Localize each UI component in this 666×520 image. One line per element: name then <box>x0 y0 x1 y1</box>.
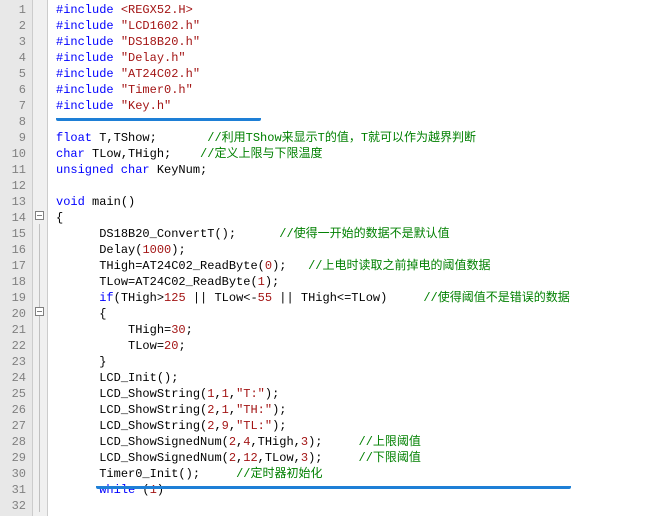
code-line: #include "DS18B20.h" <box>56 34 666 50</box>
line-number: 13 <box>2 194 26 210</box>
line-number: 30 <box>2 466 26 482</box>
code-line: #include "Timer0.h" <box>56 82 666 98</box>
code-line: if(THigh>125 || TLow<-55 || THigh<=TLow)… <box>56 290 666 306</box>
code-editor: 1 2 3 4 5 6 7 8 9 10 11 12 13 14 15 16 1… <box>0 0 666 516</box>
line-number: 32 <box>2 498 26 514</box>
line-number: 8 <box>2 114 26 130</box>
line-number: 17 <box>2 258 26 274</box>
line-number: 24 <box>2 370 26 386</box>
fold-margin <box>33 0 48 516</box>
code-line: LCD_ShowSignedNum(2,4,THigh,3); //上限阈值 <box>56 434 666 450</box>
code-line: TLow=20; <box>56 338 666 354</box>
line-number: 14 <box>2 210 26 226</box>
line-number: 18 <box>2 274 26 290</box>
code-line: } <box>56 354 666 370</box>
line-number: 20 <box>2 306 26 322</box>
code-line <box>56 178 666 194</box>
code-line: #include "Delay.h" <box>56 50 666 66</box>
code-line: { <box>56 210 666 226</box>
code-line: #include "AT24C02.h" <box>56 66 666 82</box>
code-line: char TLow,THigh; //定义上限与下限温度 <box>56 146 666 162</box>
code-line: LCD_Init(); <box>56 370 666 386</box>
annotation-underline <box>96 483 571 489</box>
fold-toggle[interactable] <box>35 211 44 220</box>
code-area[interactable]: #include <REGX52.H> #include "LCD1602.h"… <box>48 0 666 516</box>
line-number: 1 <box>2 2 26 18</box>
line-number: 29 <box>2 450 26 466</box>
line-number: 27 <box>2 418 26 434</box>
code-line: TLow=AT24C02_ReadByte(1); <box>56 274 666 290</box>
line-number: 2 <box>2 18 26 34</box>
line-number: 11 <box>2 162 26 178</box>
line-number: 7 <box>2 98 26 114</box>
code-line: DS18B20_ConvertT(); //使得一开始的数据不是默认值 <box>56 226 666 242</box>
line-number: 28 <box>2 434 26 450</box>
code-line: { <box>56 306 666 322</box>
code-line: unsigned char KeyNum; <box>56 162 666 178</box>
code-line: #include "LCD1602.h" <box>56 18 666 34</box>
line-number: 15 <box>2 226 26 242</box>
code-line: #include <REGX52.H> <box>56 2 666 18</box>
code-line: void main() <box>56 194 666 210</box>
line-number: 25 <box>2 386 26 402</box>
line-number: 4 <box>2 50 26 66</box>
code-line: Delay(1000); <box>56 242 666 258</box>
code-line: float T,TShow; //利用TShow来显示T的值，T就可以作为越界判… <box>56 130 666 146</box>
code-line: LCD_ShowString(1,1,"T:"); <box>56 386 666 402</box>
code-line: Timer0_Init(); //定时器初始化 <box>56 466 666 482</box>
code-line: #include "Key.h" <box>56 98 666 114</box>
line-number: 9 <box>2 130 26 146</box>
code-line: LCD_ShowSignedNum(2,12,TLow,3); //下限阈值 <box>56 450 666 466</box>
code-line: THigh=AT24C02_ReadByte(0); //上电时读取之前掉电的阈… <box>56 258 666 274</box>
line-number: 12 <box>2 178 26 194</box>
line-number: 3 <box>2 34 26 50</box>
line-number: 23 <box>2 354 26 370</box>
annotation-underline <box>56 115 261 121</box>
line-number: 5 <box>2 66 26 82</box>
line-number: 6 <box>2 82 26 98</box>
line-number: 19 <box>2 290 26 306</box>
line-number: 26 <box>2 402 26 418</box>
code-line: THigh=30; <box>56 322 666 338</box>
line-number: 21 <box>2 322 26 338</box>
code-line <box>56 498 666 514</box>
fold-toggle[interactable] <box>35 307 44 316</box>
code-line: LCD_ShowString(2,1,"TH:"); <box>56 402 666 418</box>
line-number: 31 <box>2 482 26 498</box>
code-line: LCD_ShowString(2,9,"TL:"); <box>56 418 666 434</box>
line-number-gutter: 1 2 3 4 5 6 7 8 9 10 11 12 13 14 15 16 1… <box>0 0 33 516</box>
line-number: 10 <box>2 146 26 162</box>
line-number: 16 <box>2 242 26 258</box>
line-number: 22 <box>2 338 26 354</box>
